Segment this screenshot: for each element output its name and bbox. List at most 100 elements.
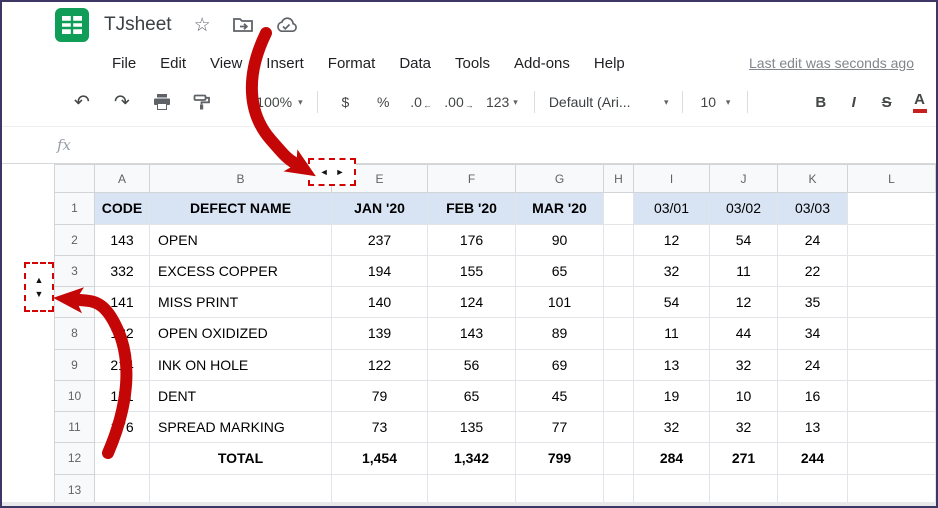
cell[interactable]: DENT [150,380,332,411]
menu-file[interactable]: File [100,55,148,72]
cell[interactable]: 13 [634,349,710,380]
cell[interactable]: 73 [332,412,428,443]
percent-format-button[interactable]: % [364,94,402,110]
strikethrough-button[interactable]: S [870,94,903,111]
cell[interactable]: 122 [95,318,150,349]
cell[interactable] [604,380,634,411]
currency-format-button[interactable]: $ [326,94,364,110]
cell[interactable]: 271 [710,443,778,474]
column-header[interactable]: I [634,165,710,193]
menu-view[interactable]: View [198,55,254,72]
cell[interactable] [332,474,428,505]
cell[interactable] [710,474,778,505]
cell[interactable]: 244 [778,443,848,474]
cell[interactable] [516,474,604,505]
cell[interactable]: 03/01 [634,193,710,224]
cell[interactable]: 19 [634,380,710,411]
row-header[interactable]: 2 [55,224,95,255]
cell[interactable]: CODE [95,193,150,224]
cell[interactable]: 194 [332,255,428,286]
decrease-decimal-button[interactable]: .0← [402,94,440,110]
corner-cell[interactable] [55,165,95,193]
cell[interactable]: 32 [634,255,710,286]
cell[interactable]: INK ON HOLE [150,349,332,380]
cell[interactable]: 89 [516,318,604,349]
cell[interactable]: 140 [332,287,428,318]
column-header[interactable]: B [150,165,332,193]
cell[interactable]: 32 [710,349,778,380]
number-format-button[interactable]: 123 ▾ [478,94,526,110]
column-header[interactable]: K [778,165,848,193]
cell[interactable]: 03/02 [710,193,778,224]
move-folder-icon[interactable] [233,17,253,33]
cell[interactable]: 24 [778,349,848,380]
cell[interactable] [848,318,936,349]
menu-data[interactable]: Data [387,55,443,72]
cell[interactable]: 24 [778,224,848,255]
cell[interactable]: 45 [516,380,604,411]
cell[interactable]: TOTAL [150,443,332,474]
star-icon[interactable]: ☆ [194,16,211,35]
cell[interactable]: 214 [95,349,150,380]
cell[interactable]: 44 [710,318,778,349]
cell[interactable]: JAN '20 [332,193,428,224]
cloud-status-icon[interactable] [275,17,297,33]
menu-insert[interactable]: Insert [254,55,316,72]
cell[interactable] [848,193,936,224]
row-header[interactable]: 11 [55,412,95,443]
column-header[interactable]: A [95,165,150,193]
cell[interactable]: 54 [634,287,710,318]
cell[interactable]: 284 [634,443,710,474]
cell[interactable]: 799 [516,443,604,474]
cell[interactable] [778,474,848,505]
row-header[interactable]: 1 [55,193,95,224]
row-header[interactable]: 9 [55,349,95,380]
menu-addons[interactable]: Add-ons [502,55,582,72]
cell[interactable] [604,412,634,443]
cell[interactable] [848,412,936,443]
bold-button[interactable]: B [804,94,837,111]
increase-decimal-button[interactable]: .00→ [440,94,478,110]
cell[interactable] [604,318,634,349]
zoom-select[interactable]: 100% ▾ [250,94,310,110]
undo-button[interactable]: ↶ [62,93,102,112]
cell[interactable] [848,224,936,255]
cell[interactable]: 176 [95,412,150,443]
formula-bar[interactable]: fx [2,126,936,164]
cell[interactable] [428,474,516,505]
cell[interactable]: 141 [95,287,150,318]
expand-hidden-columns-left-button[interactable]: ◄ [320,168,329,177]
cell[interactable] [604,287,634,318]
column-header[interactable]: H [604,165,634,193]
cell[interactable]: 12 [634,224,710,255]
expand-hidden-columns-right-button[interactable]: ► [336,168,345,177]
cell[interactable]: SPREAD MARKING [150,412,332,443]
cell[interactable]: 237 [332,224,428,255]
cell[interactable]: 32 [710,412,778,443]
menu-edit[interactable]: Edit [148,55,198,72]
column-header[interactable]: G [516,165,604,193]
cell[interactable]: 143 [428,318,516,349]
cell[interactable]: 139 [332,318,428,349]
row-header[interactable]: 10 [55,380,95,411]
menu-help[interactable]: Help [582,55,637,72]
cell[interactable] [848,255,936,286]
cell[interactable]: 1,454 [332,443,428,474]
cell[interactable] [848,287,936,318]
column-header[interactable]: F [428,165,516,193]
print-button[interactable] [142,94,182,110]
cell[interactable] [848,380,936,411]
cell[interactable]: 155 [428,255,516,286]
cell[interactable] [634,474,710,505]
cell[interactable] [604,474,634,505]
paint-format-button[interactable] [182,94,222,110]
cell[interactable]: 65 [428,380,516,411]
font-size-select[interactable]: 10 ▾ [691,94,739,110]
row-header[interactable]: 13 [55,474,95,505]
row-header[interactable]: 3 [55,255,95,286]
cell[interactable]: 16 [778,380,848,411]
menu-format[interactable]: Format [316,55,388,72]
cell[interactable]: 65 [516,255,604,286]
cell[interactable]: 77 [516,412,604,443]
cell[interactable] [604,349,634,380]
